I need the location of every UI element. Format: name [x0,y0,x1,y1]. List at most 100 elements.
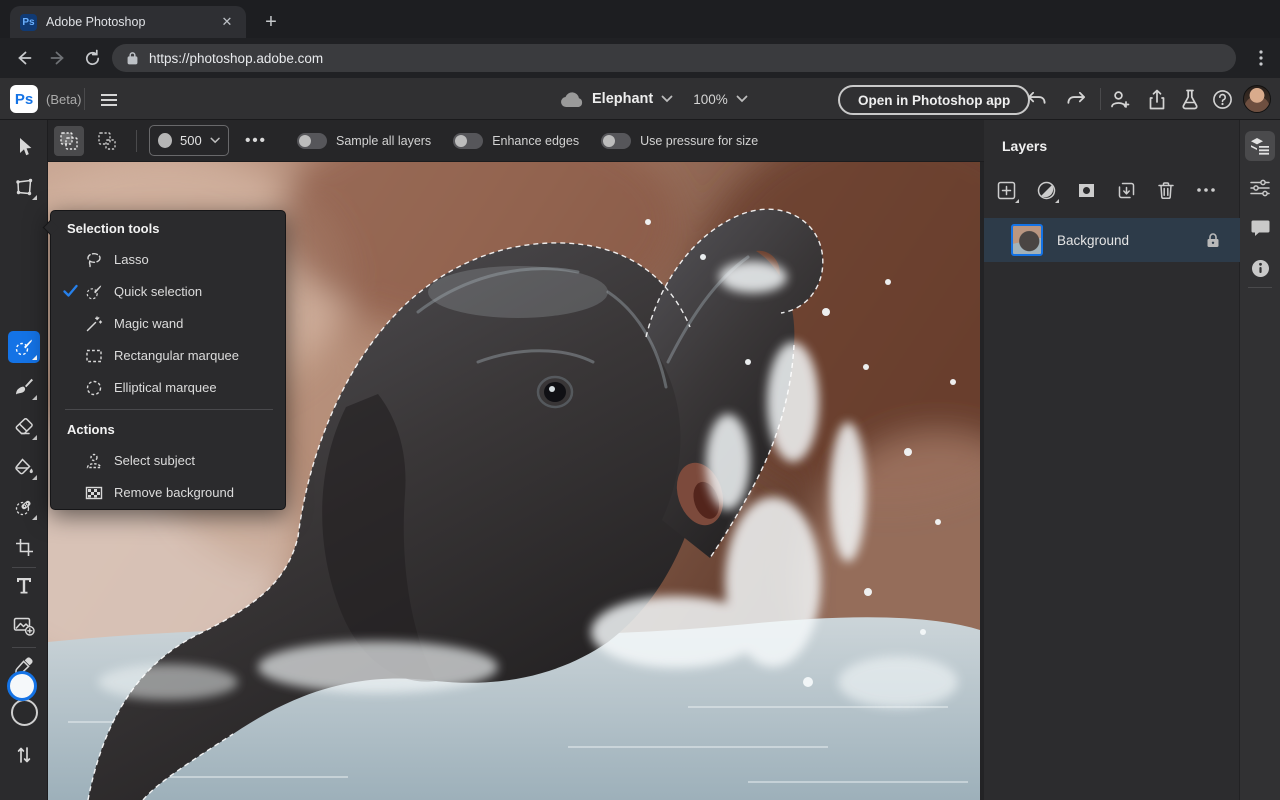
layer-thumbnail[interactable] [1011,224,1043,256]
sample-all-layers-toggle[interactable] [297,132,327,149]
add-image-tool-icon[interactable] [8,609,40,641]
selection-tools-menu: Selection tools Lasso Quick selection Ma… [42,210,287,510]
account-avatar[interactable] [1243,85,1271,113]
more-options-icon[interactable]: ••• [241,126,271,156]
toolbar [0,120,48,800]
layers-panel: Layers Background [984,120,1240,800]
color-swatches[interactable] [4,671,44,733]
chevron-down-icon [210,137,220,144]
browser-menu-icon[interactable] [1248,44,1274,72]
document-header: Elephant 100% [560,85,748,113]
brush-tool-icon[interactable] [8,371,40,403]
quick-selection-tool-icon[interactable] [8,331,40,363]
move-tool-icon[interactable] [8,131,40,163]
toggle-label: Sample all layers [336,133,432,148]
menu-item-label: Magic wand [114,316,184,331]
header-divider [84,88,85,110]
check-icon [63,284,78,297]
document-name[interactable]: Elephant [592,91,653,107]
brush-size-dropdown[interactable]: 500 [149,125,229,156]
actions-title: Actions [67,422,115,437]
layers-panel-title: Layers [1002,138,1048,154]
browser-navbar: https://photoshop.adobe.com [0,38,1280,78]
brush-size-value: 500 [180,133,202,148]
undo-icon[interactable] [1022,85,1050,113]
toolbar-divider [12,647,36,648]
menu-title: Selection tools [67,221,160,236]
layer-lock-icon[interactable] [1206,232,1220,248]
forward-icon[interactable] [44,44,72,72]
toggle-label: Enhance edges [492,133,580,148]
type-tool-icon[interactable] [8,569,40,601]
new-tab-button[interactable]: + [258,9,284,35]
invite-people-icon[interactable] [1106,85,1134,113]
photoshop-favicon: Ps [20,13,37,31]
chevron-down-icon[interactable] [736,95,748,103]
toolbar-divider [12,567,36,568]
quick-selection-icon [86,285,102,300]
use-pressure-toggle[interactable] [601,132,632,149]
tab-close-icon[interactable]: ✕ [218,13,236,31]
menu-item-elliptical-marquee[interactable]: Elliptical marquee [51,372,287,404]
menu-divider [65,409,273,410]
brush-preview-icon [158,133,173,148]
back-icon[interactable] [10,44,38,72]
swap-colors-icon[interactable] [8,739,40,771]
zoom-level[interactable]: 100% [693,92,728,107]
rectangular-marquee-icon [86,349,102,363]
add-layer-icon[interactable] [992,176,1020,204]
menu-item-remove-background[interactable]: Remove background [51,477,287,509]
tab-title: Adobe Photoshop [46,15,146,29]
beta-label: (Beta) [46,92,82,107]
refresh-icon[interactable] [78,44,106,72]
healing-brush-tool-icon[interactable] [8,491,40,523]
chevron-down-icon[interactable] [661,95,673,103]
subtract-selection-mode-icon[interactable] [92,126,122,156]
magic-wand-icon [86,316,103,332]
browser-tab[interactable]: Ps Adobe Photoshop ✕ [10,6,246,38]
url-text: https://photoshop.adobe.com [149,50,324,66]
open-in-photoshop-button[interactable]: Open in Photoshop app [838,85,1031,115]
main-menu-icon[interactable] [96,87,122,113]
options-divider [136,129,137,152]
layers-more-options-icon[interactable] [1192,176,1220,204]
header-divider [1100,88,1101,110]
move-layer-icon[interactable] [1112,176,1140,204]
eraser-tool-icon[interactable] [8,411,40,443]
foreground-color-swatch[interactable] [7,671,37,701]
comments-panel-icon[interactable] [1245,213,1275,243]
fill-tool-icon[interactable] [8,451,40,483]
strip-divider [1248,287,1272,288]
background-color-swatch[interactable] [11,699,38,726]
cloud-sync-icon [561,91,583,107]
screen: Ps Adobe Photoshop ✕ + https://photoshop… [0,0,1280,800]
beta-feedback-flask-icon[interactable] [1176,85,1204,113]
menu-item-select-subject[interactable]: Select subject [51,445,287,477]
enhance-edges-toggle[interactable] [453,132,484,149]
menu-item-rectangular-marquee[interactable]: Rectangular marquee [51,340,287,372]
help-icon[interactable] [1208,85,1236,113]
layer-row-background[interactable]: Background [984,218,1240,262]
transform-tool-icon[interactable] [8,171,40,203]
lasso-icon [87,252,101,268]
url-bar[interactable]: https://photoshop.adobe.com [112,44,1236,72]
menu-item-label: Select subject [114,453,195,468]
crop-tool-icon[interactable] [8,531,40,563]
menu-item-label: Lasso [114,252,149,267]
menu-item-magic-wand[interactable]: Magic wand [51,308,287,340]
redo-icon[interactable] [1062,85,1090,113]
delete-layer-icon[interactable] [1152,176,1180,204]
lock-icon [127,52,138,65]
info-panel-icon[interactable] [1245,253,1275,283]
share-icon[interactable] [1143,85,1171,113]
properties-panel-icon[interactable] [1245,173,1275,203]
new-selection-mode-icon[interactable] [54,125,84,156]
menu-item-quick-selection[interactable]: Quick selection [51,276,287,308]
adjustment-layer-icon[interactable] [1032,176,1060,204]
browser-tabstrip: Ps Adobe Photoshop ✕ + [0,0,1280,38]
ps-logo[interactable]: Ps [10,85,38,113]
menu-item-lasso[interactable]: Lasso [51,244,287,276]
layer-mask-icon[interactable] [1072,176,1100,204]
layers-panel-icon[interactable] [1245,131,1275,161]
menu-item-label: Quick selection [114,284,203,299]
